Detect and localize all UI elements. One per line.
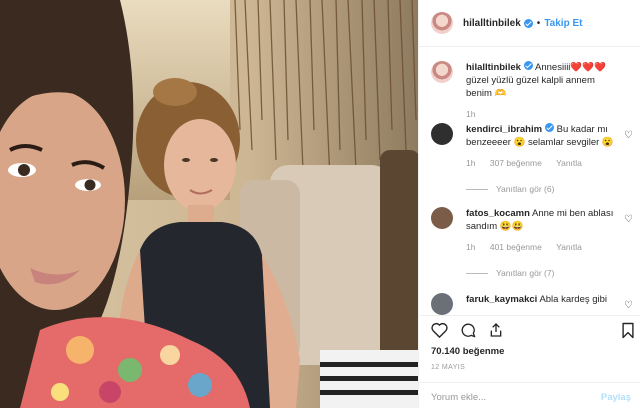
caption-username[interactable]: hilalltinbilek [466, 62, 521, 73]
comment-text: faruk_kaymakci Abla kardeş gibi [466, 293, 616, 306]
commenter-avatar[interactable] [431, 293, 453, 315]
comment-text: fatos_kocamn Anne mi ben ablası sandım 😃… [466, 207, 616, 233]
reply-button[interactable]: Yanıtla [556, 242, 582, 252]
instagram-post: hilalltinbilek • Takip Et hilalltinbilek… [0, 0, 640, 408]
comment-username[interactable]: fatos_kocamn [466, 208, 530, 219]
view-replies-button[interactable]: Yanıtları gör (6) [466, 183, 631, 196]
comment-username[interactable]: faruk_kaymakci [466, 294, 537, 305]
commenter-avatar[interactable] [431, 207, 453, 229]
verified-badge-icon [545, 123, 555, 132]
caption-avatar[interactable] [431, 61, 453, 83]
selfie-image [0, 0, 418, 408]
share-icon[interactable] [488, 322, 504, 338]
comment-like-heart-icon[interactable]: ♡ [624, 129, 633, 142]
comment-username[interactable]: kendirci_ibrahim [466, 124, 542, 135]
comment-like-heart-icon[interactable]: ♡ [624, 213, 633, 226]
follow-button[interactable]: Takip Et [544, 18, 582, 29]
comment-item: kendirci_ibrahim Bu kadar mı benzeeeer 😮… [431, 123, 633, 196]
comment-meta: 1h 401 beğenme Yanıtla [466, 241, 631, 254]
heart-icon[interactable] [431, 322, 448, 338]
comments-list[interactable]: hilalltinbilek Annesiiii❤️❤️❤️ güzel yüz… [419, 47, 640, 315]
comment-likes[interactable]: 401 beğenme [490, 242, 542, 252]
caption-time: 1h [466, 109, 476, 119]
comment-text: kendirci_ibrahim Bu kadar mı benzeeeer 😮… [466, 123, 616, 149]
comment-time: 1h [466, 158, 476, 168]
comment-icon[interactable] [460, 322, 476, 338]
caption-text: hilalltinbilek Annesiiii❤️❤️❤️ güzel yüz… [466, 61, 616, 100]
verified-badge-icon [523, 61, 533, 70]
action-icons [431, 322, 504, 338]
post-side-panel: hilalltinbilek • Takip Et hilalltinbilek… [418, 0, 640, 408]
post-actions: 70.140 beğenme 12 MAYIS Yorum ekle... Pa… [419, 315, 640, 409]
add-comment-bar: Yorum ekle... Paylaş [419, 382, 640, 410]
comment-like-heart-icon[interactable]: ♡ [624, 299, 633, 312]
comment-time: 1h [466, 242, 476, 252]
comment-likes[interactable]: 307 beğenme [490, 158, 542, 168]
bookmark-icon[interactable] [621, 322, 635, 339]
separator-dot: • [536, 17, 541, 29]
reply-button[interactable]: Yanıtla [556, 158, 582, 168]
likes-count[interactable]: 70.140 beğenme [431, 346, 504, 357]
caption-meta: 1h [466, 108, 631, 121]
comment-item: fatos_kocamn Anne mi ben ablası sandım 😃… [431, 207, 633, 280]
view-replies-button[interactable]: Yanıtları gör (7) [466, 267, 631, 280]
author-avatar[interactable] [431, 12, 453, 34]
comment-body: Abla kardeş gibi [539, 294, 608, 305]
author-username[interactable]: hilalltinbilek [463, 18, 521, 29]
post-photo[interactable] [0, 0, 418, 408]
verified-badge-icon [523, 18, 533, 28]
caption: hilalltinbilek Annesiiii❤️❤️❤️ güzel yüz… [431, 61, 631, 121]
comment-meta: 1h 307 beğenme Yanıtla [466, 157, 631, 170]
comment-input[interactable]: Yorum ekle... [431, 392, 486, 403]
commenter-avatar[interactable] [431, 123, 453, 145]
post-header: hilalltinbilek • Takip Et [419, 0, 640, 47]
post-date[interactable]: 12 MAYIS [431, 364, 465, 371]
comment-item: faruk_kaymakci Abla kardeş gibi ♡ [431, 293, 633, 315]
post-comment-button[interactable]: Paylaş [601, 392, 631, 403]
